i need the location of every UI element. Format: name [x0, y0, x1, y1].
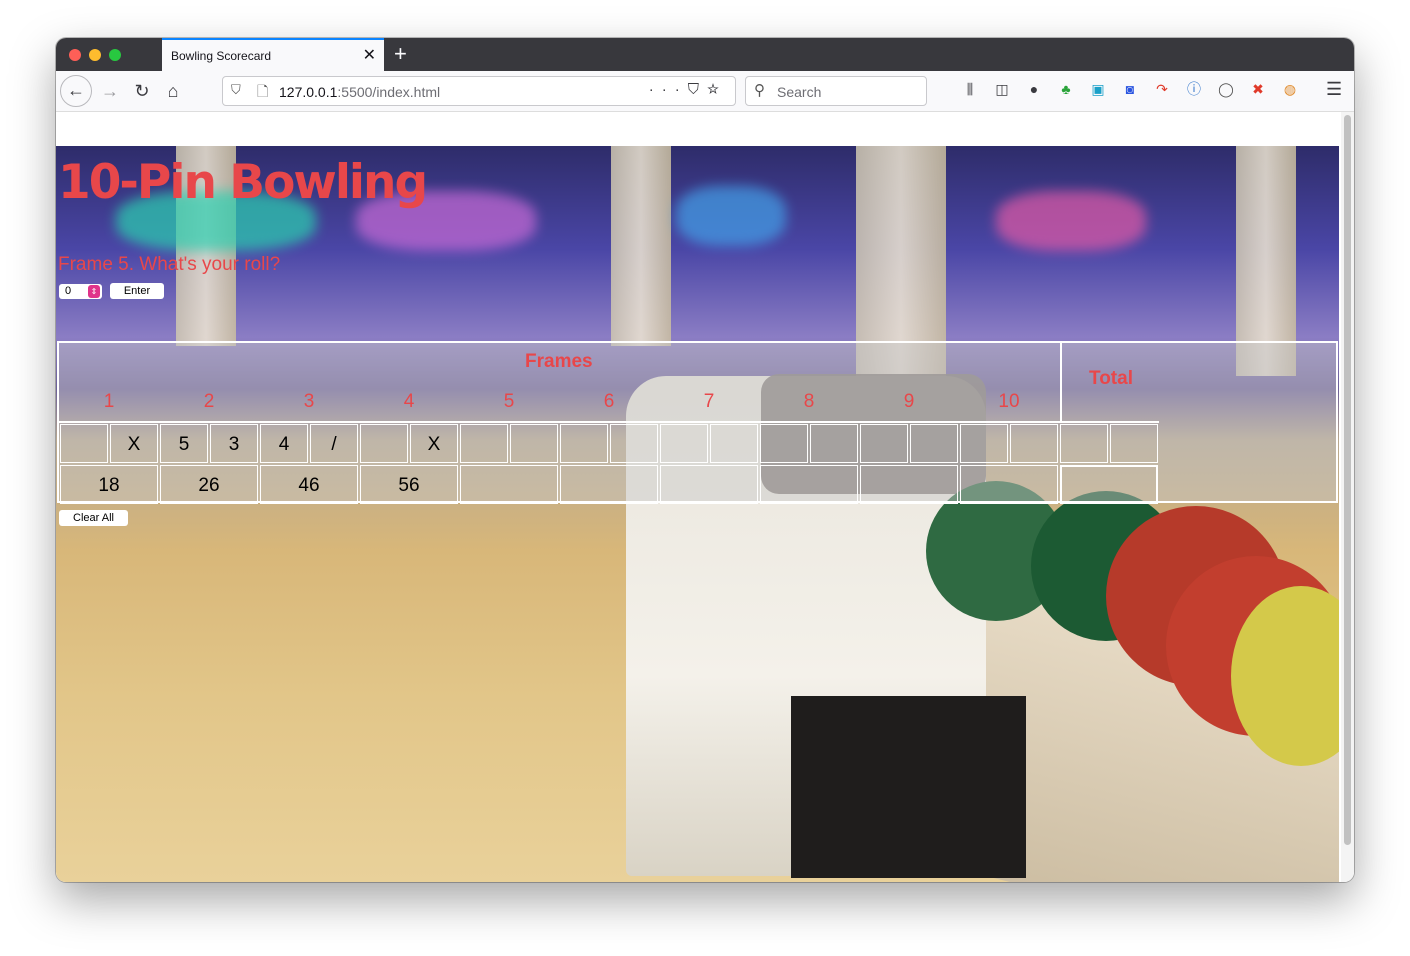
roll-prompt: Frame 5. What's your roll?: [58, 254, 281, 275]
frame-number: 5: [503, 391, 515, 412]
url-bar[interactable]: ⛉ 🗋 127.0.0.1:5500/index.html ···⛉☆: [222, 76, 736, 106]
roll-cell: [560, 424, 608, 463]
total-divider: [1060, 343, 1062, 421]
roll-cell: [860, 424, 908, 463]
roll-cell: [60, 424, 108, 463]
header-rule: [59, 421, 1159, 423]
zoom-window-button[interactable]: [109, 49, 121, 61]
search-bar[interactable]: ⚲ Search: [745, 76, 927, 106]
page-content: 10-Pin Bowling Frame 5. What's your roll…: [56, 112, 1354, 882]
total-score-cell: [1060, 465, 1158, 504]
search-placeholder: Search: [777, 84, 822, 100]
frame-score-cell: [860, 465, 958, 504]
page-icon: 🗋: [257, 83, 269, 99]
roll-cell: [610, 424, 658, 463]
account-icon[interactable]: ●: [1025, 80, 1043, 98]
browser-tab[interactable]: Bowling Scorecard ✕: [162, 38, 384, 71]
extension-red-icon[interactable]: ↷: [1153, 80, 1171, 98]
roll-cell: [510, 424, 558, 463]
roll-cell: [360, 424, 408, 463]
enter-button[interactable]: Enter: [110, 283, 164, 299]
roll-cell: 5: [160, 424, 208, 463]
extension-orange-icon[interactable]: ◍: [1281, 80, 1299, 98]
clear-all-button[interactable]: Clear All: [59, 510, 128, 526]
frame-score-cell: 56: [360, 465, 458, 504]
total-header: Total: [1089, 368, 1133, 389]
frame-score-cell: 18: [60, 465, 158, 504]
roll-cell: [1010, 424, 1058, 463]
library-icon[interactable]: ⫼: [961, 80, 979, 98]
forward-icon[interactable]: →: [96, 77, 124, 105]
home-icon[interactable]: ⌂: [159, 77, 187, 105]
roll-input[interactable]: 0 ⇕: [59, 284, 102, 299]
roll-cell: [910, 424, 958, 463]
frame-score-cell: 46: [260, 465, 358, 504]
reload-icon[interactable]: ↻: [128, 77, 156, 105]
new-tab-icon[interactable]: +: [394, 41, 407, 67]
frames-header: Frames: [525, 351, 593, 372]
scorecard-table: Frames Total 1 2 3 4 5 6 7 8 9 10 X 5 3 …: [57, 341, 1338, 504]
sidebar-icon[interactable]: ◫: [993, 80, 1011, 98]
frame-number: 9: [903, 391, 915, 412]
back-icon[interactable]: ←: [60, 75, 92, 107]
url-text[interactable]: 127.0.0.1:5500/index.html: [279, 84, 440, 100]
roll-cell: [710, 424, 758, 463]
evernote-icon[interactable]: ♣: [1057, 80, 1075, 98]
roll-cell: X: [110, 424, 158, 463]
frame-number: 6: [603, 391, 615, 412]
roll-cell: [960, 424, 1008, 463]
vertical-scrollbar[interactable]: [1341, 112, 1354, 882]
page-actions-icon[interactable]: ···⛉☆: [649, 81, 727, 98]
frame-score-cell: [960, 465, 1058, 504]
tab-title: Bowling Scorecard: [171, 49, 272, 63]
frame-score-cell: [660, 465, 758, 504]
tab-bar: Bowling Scorecard ✕ +: [56, 38, 1354, 71]
close-window-button[interactable]: [69, 49, 81, 61]
extension-blue-icon[interactable]: ◙: [1121, 80, 1139, 98]
roll-cell: [1060, 424, 1108, 463]
frame-score-cell: [760, 465, 858, 504]
roll-cell: 4: [260, 424, 308, 463]
roll-cell: 3: [210, 424, 258, 463]
frame-number: 1: [103, 391, 115, 412]
close-tab-icon[interactable]: ✕: [363, 45, 376, 65]
frame-number: 4: [403, 391, 415, 412]
url-path: :5500/index.html: [337, 84, 441, 100]
navigation-bar: ← → ↻ ⌂ ⛉ 🗋 127.0.0.1:5500/index.html ··…: [56, 71, 1354, 112]
roll-cell: /: [310, 424, 358, 463]
roll-cell: [1110, 424, 1158, 463]
minimize-window-button[interactable]: [89, 49, 101, 61]
frame-number: 3: [303, 391, 315, 412]
frame-score-cell: [560, 465, 658, 504]
roll-cell: [810, 424, 858, 463]
roll-cell: X: [410, 424, 458, 463]
roll-cell: [760, 424, 808, 463]
extension-circle-icon[interactable]: ◯: [1217, 80, 1235, 98]
frame-number: 7: [703, 391, 715, 412]
frame-score-cell: [460, 465, 558, 504]
frame-number: 10: [998, 391, 1020, 412]
frame-number: 8: [803, 391, 815, 412]
save-icon[interactable]: ▣: [1089, 80, 1107, 98]
scrollbar-thumb[interactable]: [1344, 115, 1351, 845]
search-icon: ⚲: [754, 82, 765, 99]
roll-value: 0: [65, 285, 72, 297]
url-host: 127.0.0.1: [279, 84, 338, 100]
extension-info-icon[interactable]: ⓘ: [1185, 80, 1203, 98]
page-title: 10-Pin Bowling: [58, 155, 428, 210]
extension-close-icon[interactable]: ✖: [1249, 80, 1267, 98]
roll-cell: [460, 424, 508, 463]
shield-icon[interactable]: ⛉: [231, 82, 241, 98]
hamburger-menu-icon[interactable]: ☰: [1326, 79, 1342, 100]
frame-number: 2: [203, 391, 215, 412]
stepper-icon[interactable]: ⇕: [88, 285, 100, 298]
roll-cell: [660, 424, 708, 463]
browser-window: Bowling Scorecard ✕ + ← → ↻ ⌂ ⛉ 🗋 127.0.…: [56, 38, 1354, 882]
frame-score-cell: 26: [160, 465, 258, 504]
